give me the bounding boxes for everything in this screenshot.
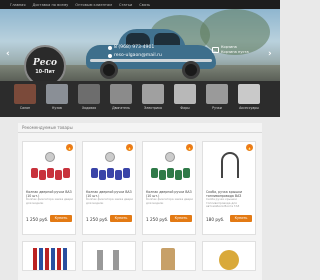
hero-banner: Ресо 10-Пит ‹ › 8 (968) 973-4901 reso-ul… — [0, 9, 280, 81]
menu-item-image — [14, 84, 36, 104]
product-part — [63, 168, 70, 178]
product-part — [99, 170, 106, 180]
cart-widget[interactable]: Корзина Корзина пуста — [212, 45, 249, 55]
product-part — [175, 170, 182, 180]
menu-item-image — [238, 84, 260, 104]
product-part — [31, 168, 38, 178]
product-part — [107, 168, 114, 178]
buy-button[interactable]: Купить — [170, 215, 192, 222]
menu-item-label: Аксессуары — [239, 106, 259, 110]
product-image — [161, 248, 175, 270]
product-image — [113, 250, 119, 270]
product-price: 1 250 руб. — [86, 217, 109, 222]
product-image[interactable] — [149, 150, 191, 186]
product-part — [159, 170, 166, 180]
menu-item[interactable]: Фары — [169, 84, 201, 117]
product-part-head — [105, 152, 115, 162]
category-menu: Салон Кузов Ходовая Двигатель Электрика Фары Р… — [0, 81, 280, 117]
product-part — [167, 168, 174, 178]
product-card[interactable]: 🔥 Колпак дверной ручки ВАЗ (10 шт.) Колпак… — [82, 141, 136, 235]
product-card[interactable]: 🔥 Колпак дверной ручки ВАЗ (10 шт.) Колпак… — [142, 141, 196, 235]
product-description: Колпак фиксатора замка двери для модели — [146, 197, 193, 205]
nav-link-delivery[interactable]: Доставка по всему — [33, 3, 69, 7]
nav-link-articles[interactable]: Статьи — [119, 3, 132, 7]
slider-prev-button[interactable]: ‹ — [6, 49, 10, 59]
product-description: Колпак фиксатора замка двери для модели — [26, 197, 73, 205]
slider-next-button[interactable]: › — [268, 49, 272, 59]
email-address[interactable]: reso-ulgaon@mail.ru — [114, 53, 162, 58]
email-icon — [108, 53, 112, 58]
product-image — [33, 248, 67, 270]
cart-status: Корзина пуста — [221, 50, 249, 54]
phone-line: 8 (968) 973-4901 — [108, 45, 162, 50]
product-part-head — [45, 152, 55, 162]
product-grid-row-2 — [18, 235, 262, 271]
nav-link-contact[interactable]: Связь — [139, 3, 150, 7]
nav-link-wholesale[interactable]: Оптовым клиентам — [75, 3, 112, 7]
product-part — [151, 168, 158, 178]
phone-icon — [108, 45, 112, 50]
menu-item-label: Электрика — [144, 106, 162, 110]
product-part — [123, 168, 130, 178]
logo-title: Ресо — [33, 57, 57, 68]
product-grid: 🔥 Колпак дверной ручки ВАЗ (10 шт.) Колпак… — [18, 133, 262, 235]
main-content: Рекомендуемые товары 🔥 Колпак дверной руч… — [18, 123, 262, 280]
menu-item-label: Двигатель — [112, 106, 130, 110]
menu-item-image — [46, 84, 68, 104]
menu-item-image — [206, 84, 228, 104]
product-part — [47, 168, 54, 178]
menu-item-label: Ручки — [212, 106, 222, 110]
buy-button[interactable]: Купить — [50, 215, 72, 222]
menu-item-label: Салон — [19, 106, 31, 110]
product-part — [55, 170, 62, 180]
product-description: Скоба ручки крышки топливопровода для ав… — [206, 197, 240, 209]
buy-button[interactable]: Купить — [230, 215, 252, 222]
product-image[interactable] — [29, 150, 71, 186]
product-image[interactable] — [209, 150, 251, 186]
nav-link-home[interactable]: Главная — [10, 3, 26, 7]
logo-subtitle: 10-Пит — [35, 68, 55, 75]
product-card[interactable] — [22, 241, 76, 271]
product-part — [91, 168, 98, 178]
section-title: Рекомендуемые товары — [18, 123, 262, 133]
phone-number[interactable]: 8 (968) 973-4901 — [114, 45, 154, 50]
product-part-head — [165, 152, 175, 162]
product-description: Колпак фиксатора замка двери для модели — [86, 197, 133, 205]
email-line: reso-ulgaon@mail.ru — [108, 53, 162, 58]
product-image[interactable] — [89, 150, 131, 186]
contact-box: 8 (968) 973-4901 reso-ulgaon@mail.ru — [108, 45, 162, 58]
product-price: 1 250 руб. — [146, 217, 169, 222]
product-price: 1 250 руб. — [26, 217, 49, 222]
product-price: 180 руб. — [206, 217, 225, 222]
product-card[interactable] — [82, 241, 136, 271]
menu-item-image — [174, 84, 196, 104]
menu-item[interactable]: Электрика — [137, 84, 169, 117]
menu-item-label: Ходовая — [81, 106, 97, 110]
product-image — [97, 250, 103, 270]
site-logo[interactable]: Ресо 10-Пит — [24, 45, 66, 81]
menu-item-label: Кузов — [52, 106, 62, 110]
product-part — [115, 170, 122, 180]
cart-icon — [212, 47, 219, 53]
product-image — [219, 250, 239, 270]
product-part — [221, 152, 239, 178]
top-nav: Главная Доставка по всему Оптовым клиент… — [0, 0, 280, 9]
menu-item[interactable]: Ручки — [201, 84, 233, 117]
product-part — [39, 170, 46, 180]
product-card[interactable] — [202, 241, 256, 271]
product-card[interactable]: 🔥 Скоба, ручка крышки топливопровода ВАЗ С… — [202, 141, 256, 235]
menu-item-image — [142, 84, 164, 104]
menu-item[interactable]: Ходовая — [73, 84, 105, 117]
product-part — [183, 168, 190, 178]
menu-item-image — [110, 84, 132, 104]
menu-item[interactable]: Кузов — [41, 84, 73, 117]
buy-button[interactable]: Купить — [110, 215, 132, 222]
menu-item-label: Фары — [180, 106, 190, 110]
menu-item-image — [78, 84, 100, 104]
menu-item[interactable]: Аксессуары — [233, 84, 265, 117]
product-card[interactable]: 🔥 Колпак дверной ручки ВАЗ (10 шт.) Колпак… — [22, 141, 76, 235]
menu-item[interactable]: Двигатель — [105, 84, 137, 117]
product-card[interactable] — [142, 241, 196, 271]
menu-item[interactable]: Салон — [9, 84, 41, 117]
